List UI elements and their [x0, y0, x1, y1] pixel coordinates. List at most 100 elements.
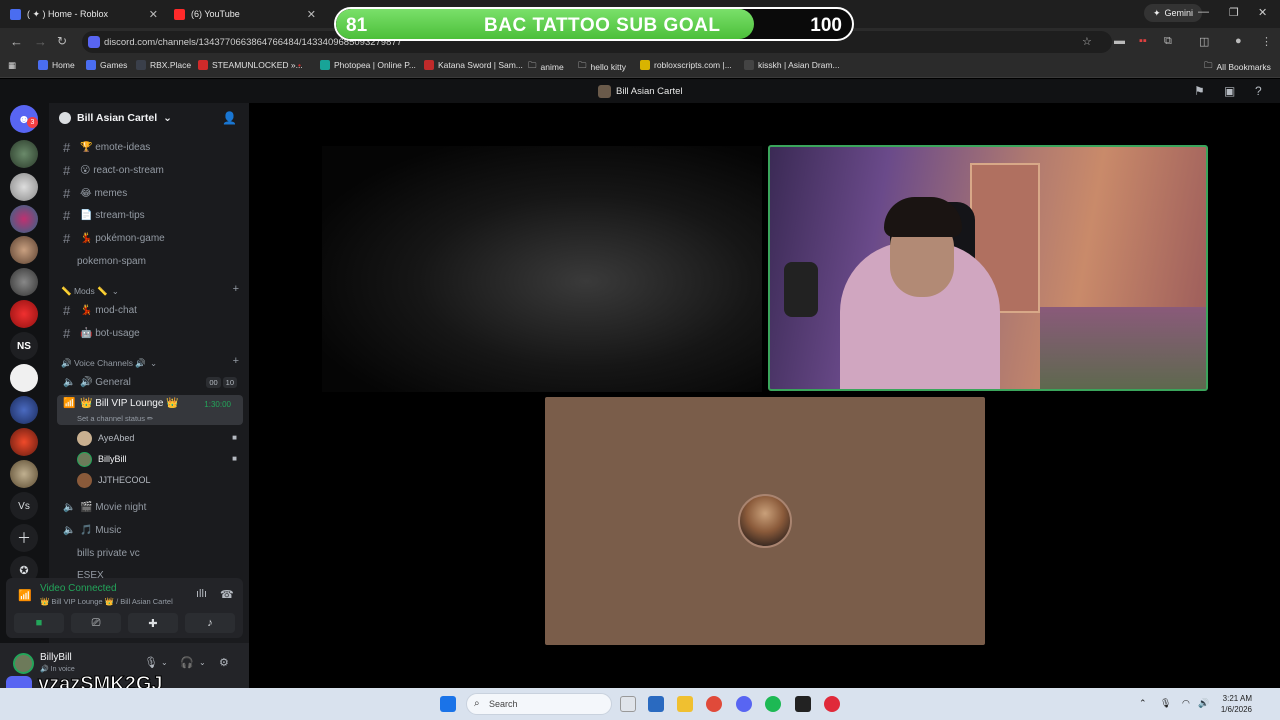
set-channel-status[interactable]: Set a channel status ✏ [77, 414, 153, 423]
server-icon[interactable] [10, 396, 38, 424]
file-explorer-icon[interactable] [677, 696, 693, 712]
chevron-down-icon[interactable]: ⌄ [161, 658, 168, 667]
gemini-button[interactable]: ✦ Gemini [1143, 4, 1202, 22]
channel-mod-chat[interactable]: # 💃 mod-chat [57, 300, 243, 320]
category-mods[interactable]: 📏 Mods 📏 ⌄ [61, 286, 119, 297]
activities-button[interactable]: ✚ [128, 613, 178, 633]
profile-avatar-icon[interactable]: ● [1235, 35, 1242, 47]
flag-icon[interactable]: ⚑ [1194, 84, 1205, 98]
server-icon[interactable] [10, 364, 38, 392]
forward-arrow-icon[interactable]: → [34, 34, 47, 49]
channel-pokemon-game[interactable]: # 💃 pokémon-game [57, 228, 243, 248]
user-name[interactable]: BillyBill [40, 652, 72, 663]
camera-toggle-button[interactable]: ■ [14, 613, 64, 633]
bookmark-steamunlocked[interactable]: STEAMUNLOCKED »... [198, 60, 303, 70]
channel-stream-tips[interactable]: # 📄 stream-tips [57, 205, 243, 225]
taskbar-search[interactable]: ⌕ Search [466, 693, 612, 715]
bookmark-home[interactable]: Home [38, 60, 75, 70]
widgets-icon[interactable] [648, 696, 664, 712]
microphone-icon[interactable]: 🎙 [144, 656, 158, 669]
reload-icon[interactable]: ↻ [57, 34, 67, 48]
bookmark-rbxplace[interactable]: RBX.Place [136, 60, 191, 70]
close-window-icon[interactable]: ✕ [1258, 6, 1267, 19]
voice-channel-movie-night[interactable]: 🔈 🎬 Movie night [57, 497, 243, 517]
category-voice-channels[interactable]: 🔊 Voice Channels 🔊 ⌄ [61, 358, 157, 369]
voice-member-ayeabed[interactable]: AyeAbed [77, 429, 134, 447]
server-name-dropdown[interactable]: Bill Asian Cartel ⌄ [59, 112, 172, 124]
channel-react-on-stream[interactable]: # 😮 react-on-stream [57, 160, 243, 180]
opera-icon[interactable] [824, 696, 840, 712]
all-bookmarks[interactable]: 🗀 All Bookmarks [1204, 60, 1271, 74]
chevron-down-icon[interactable]: ⌄ [199, 658, 206, 667]
server-icon-vs[interactable]: Vs [10, 492, 38, 520]
app-icon[interactable] [795, 696, 811, 712]
apps-grid-icon[interactable]: ▦ [8, 60, 16, 71]
bookmark-photopea[interactable]: Photopea | Online P... [320, 60, 416, 70]
invite-people-icon[interactable]: 👤 [222, 111, 237, 125]
add-server-icon[interactable]: ＋ [10, 524, 38, 552]
channel-bot-usage[interactable]: # 🤖 bot-usage [57, 323, 243, 343]
channel-pokemon-spam[interactable]: pokemon-spam [57, 251, 243, 271]
discord-taskbar-icon[interactable] [736, 696, 752, 712]
server-icon[interactable] [10, 460, 38, 488]
sidepanel-icon[interactable]: ◫ [1199, 35, 1209, 48]
bookmark-kisskh[interactable]: kisskh | Asian Dram... [744, 60, 840, 70]
tab-roblox[interactable]: ( ✦ ) Home - Roblox ✕ [0, 4, 164, 24]
server-icon[interactable] [10, 236, 38, 264]
video-tile-avatar-only[interactable] [545, 397, 985, 645]
tab-youtube[interactable]: (6) YouTube ✕ [164, 4, 322, 24]
voice-channel-bills-private-vc[interactable]: bills private vc [57, 543, 243, 563]
help-icon[interactable]: ? [1255, 84, 1262, 98]
noise-suppression-icon[interactable]: ıllı [196, 588, 207, 600]
server-icon[interactable] [10, 205, 38, 233]
windows-start-icon[interactable] [440, 696, 456, 712]
channel-memes[interactable]: # 😂 memes [57, 183, 243, 203]
soundboard-button[interactable]: ♪ [185, 613, 235, 633]
taskbar-clock[interactable]: 3:21 AM 1/6/2026 [1216, 693, 1252, 715]
task-view-icon[interactable] [620, 696, 636, 712]
server-icon[interactable] [10, 428, 38, 456]
bookmark-robloxscripts[interactable]: robloxscripts.com |... [640, 60, 732, 70]
bookmark-katana[interactable]: Katana Sword | Sam... [424, 60, 523, 70]
add-channel-icon[interactable]: + [233, 355, 239, 367]
site-info-icon[interactable] [88, 36, 100, 48]
mic-tray-icon[interactable]: 🎙 [1160, 698, 1171, 709]
voice-status-title[interactable]: Video Connected [40, 583, 117, 594]
bookmark-anime[interactable]: 🗀 anime [528, 60, 564, 74]
channel-emote-ideas[interactable]: # 🏆 emote-ideas [57, 137, 243, 157]
wifi-icon[interactable]: ◠ [1182, 698, 1190, 709]
restore-icon[interactable]: ❐ [1229, 6, 1239, 19]
volume-icon[interactable]: 🔊 [1198, 698, 1209, 709]
video-tile-dark[interactable] [322, 146, 762, 392]
kebab-menu-icon[interactable]: ⋮ [1261, 35, 1272, 48]
close-tab-icon[interactable]: ✕ [307, 8, 316, 21]
close-tab-icon[interactable]: ✕ [149, 8, 158, 21]
disconnect-icon[interactable]: ☎ [220, 588, 234, 601]
extension-red-icon[interactable]: ▪▪ [1139, 35, 1147, 47]
server-icon-ns[interactable]: NS [10, 332, 38, 360]
server-icon[interactable] [10, 268, 38, 296]
tray-chevron-icon[interactable]: ⌃ [1139, 698, 1147, 709]
headphones-icon[interactable]: 🎧 [180, 656, 194, 669]
voice-member-jjthecool[interactable]: JJTHECOOL [77, 471, 151, 489]
voice-channel-music[interactable]: 🔈 🎵 Music [57, 520, 243, 540]
extension-icon[interactable]: ▬ [1114, 35, 1125, 47]
voice-channel-general[interactable]: 🔈 🔊 General 00 10 [57, 372, 243, 392]
voice-status-channel[interactable]: 👑 Bill VIP Lounge 👑 / Bill Asian Cartel [40, 597, 173, 606]
settings-gear-icon[interactable]: ⚙ [219, 656, 229, 669]
inbox-icon[interactable]: ▣ [1224, 84, 1235, 98]
voice-member-billybill[interactable]: BillyBill [77, 450, 127, 468]
server-icon[interactable] [10, 173, 38, 201]
bookmark-hello-kitty[interactable]: 🗀 hello kitty [578, 60, 626, 74]
screen-share-button[interactable]: ⎚ [71, 613, 121, 633]
back-arrow-icon[interactable]: ← [10, 34, 23, 49]
spotify-icon[interactable] [765, 696, 781, 712]
bookmark-star-icon[interactable]: ☆ [1082, 35, 1092, 48]
video-tile-speaking[interactable] [768, 145, 1208, 391]
among-us-server-icon[interactable] [10, 300, 38, 328]
bookmark-pin-icon[interactable]: • [298, 60, 301, 70]
minimize-icon[interactable]: — [1198, 6, 1209, 18]
user-avatar[interactable] [13, 653, 34, 674]
puzzle-icon[interactable]: ⧉ [1164, 35, 1172, 48]
chrome-icon[interactable] [706, 696, 722, 712]
